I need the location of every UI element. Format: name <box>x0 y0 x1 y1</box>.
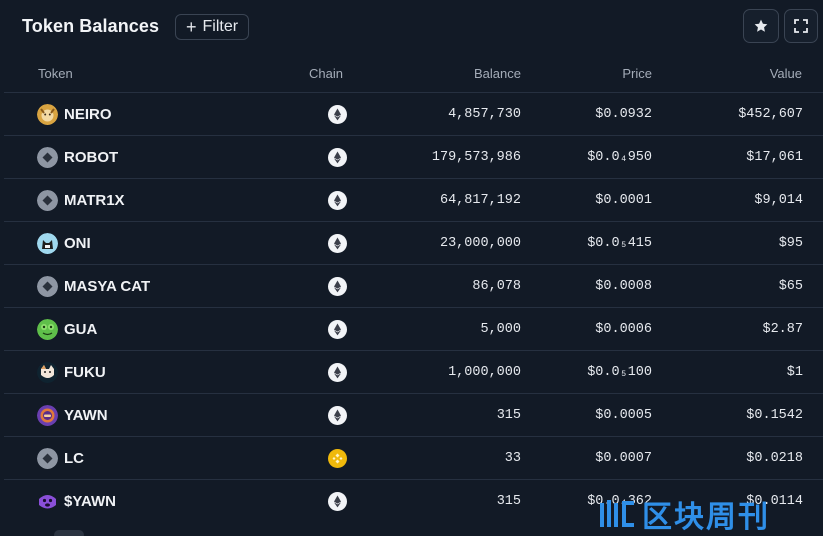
token-name[interactable]: ROBOT <box>64 149 118 166</box>
token-value: $2.87 <box>762 322 803 337</box>
token-price: $0.0008 <box>595 279 652 294</box>
token-name[interactable]: LC <box>64 450 84 467</box>
table-row[interactable]: LC 33 $0.0007 $0.0218 <box>4 436 823 479</box>
token-balance: 33 <box>504 451 521 466</box>
token-value: $452,607 <box>738 107 803 122</box>
token-name[interactable]: MATR1X <box>64 192 125 209</box>
token-price: $0.0001 <box>595 193 652 208</box>
token-price: $0.0007 <box>595 451 652 466</box>
yawn-icon <box>37 405 58 426</box>
gua-frog-icon <box>37 319 58 340</box>
expand-icon <box>794 19 808 33</box>
token-price: $0.0₄950 <box>587 150 652 165</box>
token-balance: 179,573,986 <box>431 150 521 165</box>
fullscreen-button[interactable] <box>784 9 818 43</box>
yawn-purple-icon <box>37 491 58 512</box>
table-header: Token Chain Balance Price Value <box>0 56 823 92</box>
token-value: $0.0218 <box>746 451 803 466</box>
token-balance: 5,000 <box>480 322 521 337</box>
token-name[interactable]: $YAWN <box>64 493 116 510</box>
column-header-balance[interactable]: Balance <box>474 66 521 81</box>
token-table-body: NEIRO 4,857,730 $0.0932 $452,607 ROBOT 179,57… <box>4 92 823 522</box>
generic-token-icon <box>37 276 58 297</box>
ethereum-chain-icon <box>328 105 347 124</box>
filter-label: Filter <box>202 18 239 35</box>
table-row[interactable]: NEIRO 4,857,730 $0.0932 $452,607 <box>4 92 823 135</box>
token-value: $9,014 <box>754 193 803 208</box>
token-name[interactable]: MASYA CAT <box>64 278 150 295</box>
plus-icon: + <box>186 16 197 37</box>
token-price: $0.0₅100 <box>587 365 652 380</box>
token-name[interactable]: FUKU <box>64 364 106 381</box>
token-name[interactable]: NEIRO <box>64 106 112 123</box>
token-balance: 1,000,000 <box>448 365 521 380</box>
header: Token Balances + Filter <box>0 0 823 54</box>
column-header-price[interactable]: Price <box>622 66 652 81</box>
token-value: $95 <box>778 236 803 251</box>
token-name[interactable]: GUA <box>64 321 97 338</box>
table-row[interactable]: MATR1X 64,817,192 $0.0001 $9,014 <box>4 178 823 221</box>
token-balance: 315 <box>496 408 521 423</box>
token-value: $17,061 <box>746 150 803 165</box>
favorite-button[interactable] <box>743 9 779 43</box>
generic-token-icon <box>37 448 58 469</box>
token-value: $0.1542 <box>746 408 803 423</box>
ethereum-chain-icon <box>328 277 347 296</box>
ethereum-chain-icon <box>328 406 347 425</box>
ethereum-chain-icon <box>328 363 347 382</box>
table-row[interactable]: ROBOT 179,573,986 $0.0₄950 $17,061 <box>4 135 823 178</box>
watermark-text: 区块周刊 <box>642 500 770 535</box>
token-name[interactable]: ONI <box>64 235 91 252</box>
table-row[interactable]: GUA 5,000 $0.0006 $2.87 <box>4 307 823 350</box>
bnb-chain-icon <box>328 449 347 468</box>
token-balance: 315 <box>496 494 521 509</box>
table-row[interactable]: YAWN 315 $0.0005 $0.1542 <box>4 393 823 436</box>
ethereum-chain-icon <box>328 148 347 167</box>
token-price: $0.0006 <box>595 322 652 337</box>
token-value: $1 <box>786 365 803 380</box>
column-header-chain[interactable]: Chain <box>309 66 343 81</box>
ethereum-chain-icon <box>328 191 347 210</box>
token-balance: 64,817,192 <box>439 193 521 208</box>
ethereum-chain-icon <box>328 492 347 511</box>
neiro-dog-icon <box>37 104 58 125</box>
ethereum-chain-icon <box>328 320 347 339</box>
scrollbar-thumb[interactable] <box>54 530 84 536</box>
column-header-token[interactable]: Token <box>38 66 73 81</box>
column-header-value[interactable]: Value <box>770 66 802 81</box>
token-price: $0.0₅415 <box>587 236 652 251</box>
ethereum-chain-icon <box>328 234 347 253</box>
generic-token-icon <box>37 147 58 168</box>
table-row[interactable]: FUKU 1,000,000 $0.0₅100 $1 <box>4 350 823 393</box>
fuku-dog-icon <box>37 362 58 383</box>
watermark-logo-icon <box>600 500 634 527</box>
table-row[interactable]: ONI 23,000,000 $0.0₅415 $95 <box>4 221 823 264</box>
watermark: 区块周刊 <box>598 494 808 535</box>
oni-cat-icon <box>37 233 58 254</box>
token-name[interactable]: YAWN <box>64 407 108 424</box>
table-row[interactable]: MASYA CAT 86,078 $0.0008 $65 <box>4 264 823 307</box>
filter-button[interactable]: + Filter <box>175 14 250 40</box>
token-price: $0.0005 <box>595 408 652 423</box>
page-title: Token Balances <box>22 16 160 36</box>
token-balance: 4,857,730 <box>448 107 521 122</box>
token-balance: 86,078 <box>472 279 521 294</box>
token-balance: 23,000,000 <box>439 236 521 251</box>
star-icon <box>754 19 768 32</box>
token-value: $65 <box>778 279 803 294</box>
generic-token-icon <box>37 190 58 211</box>
token-price: $0.0932 <box>595 107 652 122</box>
